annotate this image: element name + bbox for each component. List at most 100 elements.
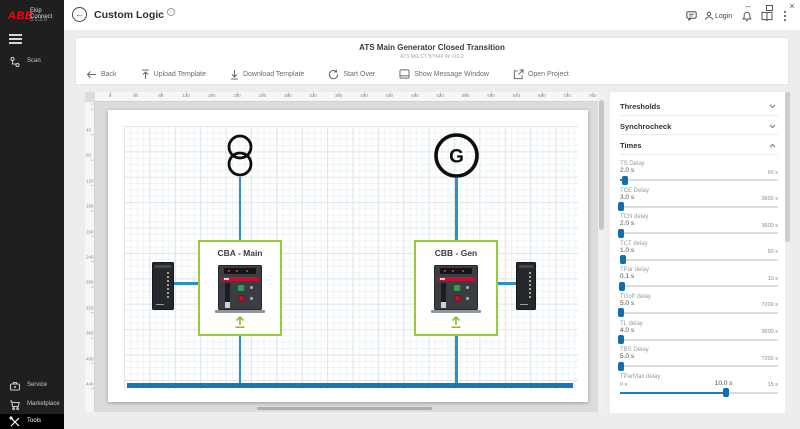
more-options-kebab-icon[interactable] (784, 11, 786, 23)
ruler-label: 160 (86, 204, 94, 209)
info-icon[interactable]: i (167, 8, 175, 16)
ruler-label: 280 (284, 93, 292, 98)
slider-label: TL delay (620, 319, 778, 327)
sidebar-item-label: Marketplace (27, 401, 60, 407)
back-circle-button[interactable]: ← (72, 7, 87, 22)
ruler-label: 160 (208, 93, 216, 98)
breaker-node-cba-main[interactable]: CBA - Main (198, 240, 282, 336)
service-icon (9, 380, 21, 392)
slider-group-tcn-delay: TCN delay2.0 s3600 s (620, 213, 778, 240)
chevron-down-icon (769, 124, 776, 129)
slider-thumb[interactable] (618, 202, 624, 211)
generator-symbol[interactable]: G (433, 132, 480, 179)
notifications-bell-icon[interactable] (742, 11, 752, 22)
slider-track[interactable] (620, 392, 778, 394)
slider-group-tl-delay: TL delay4.0 s3600 s (620, 319, 778, 346)
login-button[interactable]: Login (715, 13, 732, 20)
horizontal-scrollbar[interactable] (257, 407, 432, 410)
open-project-button[interactable]: Open Project (513, 69, 569, 80)
slider-value: 5.0 s (620, 353, 634, 360)
horizontal-ruler: 0408012016020024028032036040044048052056… (95, 92, 598, 102)
slider-label: TCN delay (620, 213, 778, 221)
ruler-label: 360 (335, 93, 343, 98)
hamburger-menu-icon[interactable] (9, 34, 22, 47)
transformer-symbol[interactable] (222, 131, 258, 179)
slider-thumb[interactable] (620, 255, 626, 264)
sidebar-item-scan[interactable]: Scan (0, 52, 64, 72)
tools-icon (9, 416, 21, 428)
minimize-button[interactable]: – (742, 1, 754, 11)
maximize-button[interactable] (763, 3, 775, 13)
slider-group-tbs-delay: TBS Delay5.0 s7200 s (620, 346, 778, 373)
slider-max: 3600 s (761, 223, 778, 229)
slider-track[interactable] (620, 259, 778, 261)
ruler-label: 240 (86, 255, 94, 260)
sidebar-item-service[interactable]: Service (0, 376, 64, 396)
slider-thumb[interactable] (619, 282, 625, 291)
slider-value: 0.1 s (620, 273, 634, 280)
start-over-button[interactable]: Start Over (328, 69, 375, 80)
breaker-node-cbb-gen[interactable]: CBB - Gen (414, 240, 498, 336)
ekip-module-a[interactable] (152, 262, 174, 310)
slider-thumb[interactable] (723, 388, 729, 397)
section-synchrocheck[interactable]: Synchrocheck (620, 116, 778, 136)
ekip-module-b[interactable] (516, 262, 536, 310)
connector-cba-bus (239, 336, 242, 383)
slider-track[interactable] (620, 285, 778, 287)
sidebar-item-label: Service (27, 382, 47, 388)
ruler-label: 680 (538, 93, 546, 98)
slider-value: 5.0 s (620, 300, 634, 307)
slider-thumb[interactable] (618, 335, 624, 344)
section-times[interactable]: Times (620, 135, 778, 155)
slider-label: TS Delay (620, 160, 778, 168)
slider-label: TCE Delay (620, 186, 778, 194)
ruler-label: 600 (487, 93, 495, 98)
slider-track[interactable] (620, 206, 778, 208)
slider-thumb[interactable] (618, 229, 624, 238)
section-thresholds[interactable]: Thresholds (620, 96, 778, 116)
sidebar-item-label: Scan (27, 58, 41, 64)
breaker-title: CBB - Gen (416, 248, 496, 258)
marketplace-icon (9, 399, 21, 411)
download-template-button[interactable]: Download Template (230, 69, 304, 80)
slider-track[interactable] (620, 312, 778, 314)
user-icon[interactable] (704, 11, 714, 21)
slider-track[interactable] (620, 365, 778, 367)
ruler-label: 0 (109, 93, 112, 98)
vertical-scrollbar[interactable] (598, 92, 604, 412)
sidebar-item-marketplace[interactable]: Marketplace (0, 395, 64, 415)
upload-template-button[interactable]: Upload Template (141, 69, 206, 80)
ruler-label: 640 (513, 93, 521, 98)
ruler-label: 400 (86, 356, 94, 361)
canvas-viewport[interactable]: G CBA - Main (95, 102, 598, 412)
slider-track[interactable] (620, 232, 778, 234)
close-button[interactable]: × (786, 1, 798, 11)
slider-label: TCT delay (620, 239, 778, 247)
slider-thumb[interactable] (618, 362, 624, 371)
feedback-icon[interactable] (686, 11, 697, 21)
ruler-label: 200 (233, 93, 241, 98)
vertical-ruler: 4080120160200240280320360400440 (85, 102, 95, 412)
slider-thumb[interactable] (618, 308, 624, 317)
card-toolbar: Back Upload Template Download Template S… (86, 66, 569, 82)
bus-bar[interactable] (127, 383, 573, 388)
circuit-breaker-image (218, 265, 262, 313)
sidebar-item-tools[interactable]: Tools (0, 414, 64, 429)
message-window-icon (399, 69, 410, 79)
slider-max: 7200 s (761, 356, 778, 362)
slider-track[interactable] (620, 339, 778, 341)
slider-group-ts-delay: TS Delay2.0 s60 s (620, 160, 778, 187)
scan-icon (9, 56, 21, 68)
ruler-label: 120 (182, 93, 190, 98)
panel-scrollbar[interactable] (785, 92, 790, 413)
slider-thumb[interactable] (622, 176, 628, 185)
ruler-label: 80 (158, 93, 163, 98)
ruler-label: 80 (86, 153, 91, 158)
drawing-page[interactable]: G CBA - Main (108, 110, 588, 402)
slider-group-tct-delay: TCT delay1.0 s60 s (620, 239, 778, 266)
back-button[interactable]: Back (86, 70, 117, 79)
slider-value: 3.0 s (620, 194, 634, 201)
ruler-label: 120 (86, 178, 94, 183)
show-message-window-button[interactable]: Show Message Window (399, 69, 489, 79)
slider-track[interactable] (620, 179, 778, 181)
